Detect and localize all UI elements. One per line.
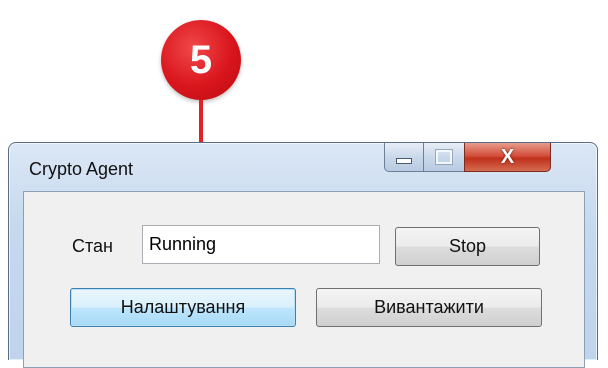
close-button[interactable]: X: [464, 143, 551, 172]
app-window: Crypto Agent X Стан Stop Налаштування Ви…: [8, 142, 598, 368]
unload-button[interactable]: Вивантажити: [316, 288, 542, 327]
maximize-button[interactable]: [423, 143, 465, 172]
minimize-icon: [396, 158, 412, 164]
maximize-icon: [435, 149, 453, 165]
state-field[interactable]: [142, 225, 380, 264]
client-area: Стан Stop Налаштування Вивантажити: [23, 191, 585, 368]
minimize-button[interactable]: [384, 143, 424, 172]
stop-button[interactable]: Stop: [395, 227, 540, 266]
state-label: Стан: [72, 236, 113, 256]
callout-number: 5: [189, 37, 213, 82]
settings-button[interactable]: Налаштування: [70, 288, 296, 327]
window-title: Crypto Agent: [29, 159, 134, 179]
callout-number-badge: 5: [161, 20, 241, 100]
close-icon: X: [500, 145, 515, 168]
